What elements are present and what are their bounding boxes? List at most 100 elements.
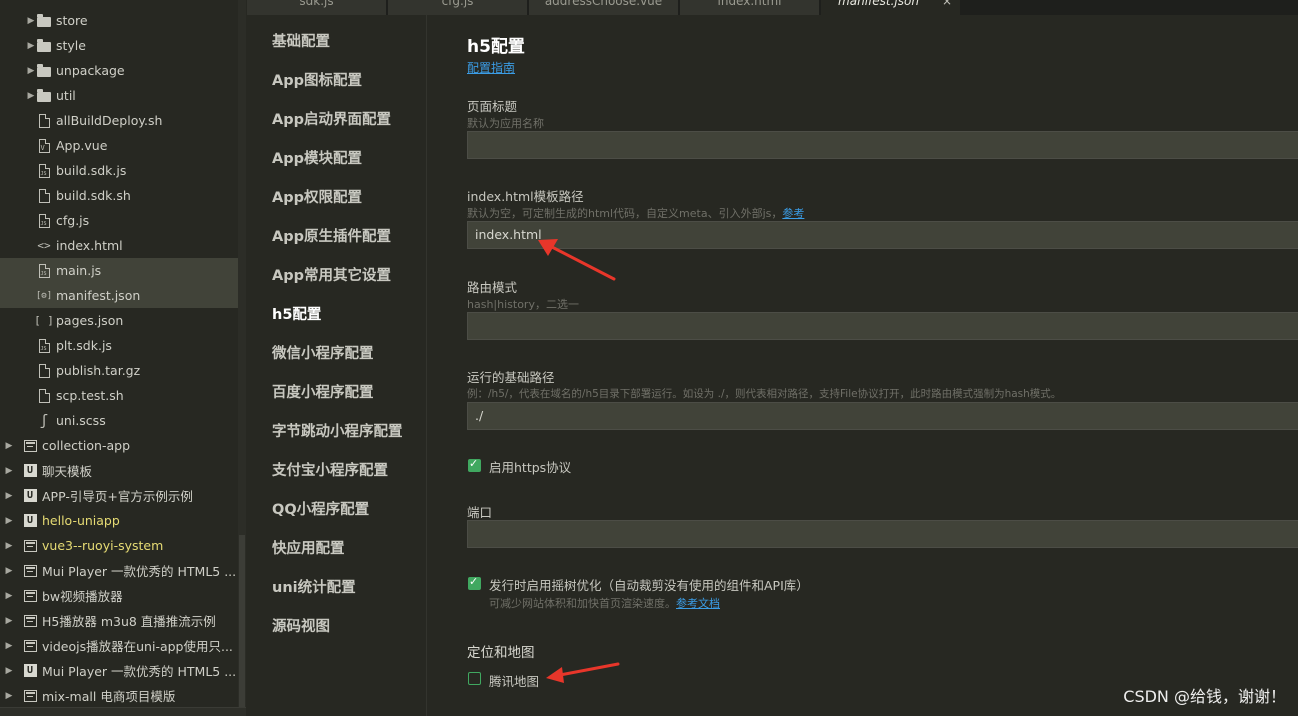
expand-arrow-icon[interactable]: ▶ bbox=[26, 91, 36, 101]
tree-item-label: plt.sdk.js bbox=[56, 338, 112, 353]
tree-item[interactable]: ▶ store bbox=[0, 8, 238, 33]
project-item[interactable]: ▶ U APP-引导页+官方示例示例 bbox=[0, 483, 238, 508]
tree-item[interactable]: publish.tar.gz bbox=[0, 358, 238, 383]
tree-item-label: index.html bbox=[56, 238, 123, 253]
folder-icon bbox=[36, 88, 52, 104]
expand-arrow-icon[interactable]: ▶ bbox=[4, 466, 14, 476]
tab-cfg-js[interactable]: cfg.js bbox=[388, 0, 528, 15]
scss-file-icon: ʃ bbox=[39, 412, 49, 429]
project-item[interactable]: ▶ U Mui Player 一款优秀的 HTML5 ... bbox=[0, 658, 238, 683]
router-mode-input[interactable] bbox=[467, 312, 1298, 340]
tab-sdk-js[interactable]: sdk.js bbox=[247, 0, 387, 15]
nav-item[interactable]: 字节跳动小程序配置 bbox=[272, 420, 403, 441]
manifest-file-icon: [⚙] bbox=[35, 290, 53, 301]
tree-item[interactable]: JS main.js bbox=[0, 258, 238, 283]
https-checkbox[interactable] bbox=[468, 457, 481, 472]
tree-item[interactable]: ʃ uni.scss bbox=[0, 408, 238, 433]
project-item[interactable]: ▶ bw视频播放器 bbox=[0, 583, 238, 608]
expand-arrow-icon[interactable]: ▶ bbox=[4, 516, 14, 526]
base-path-label: 运行的基础路径 bbox=[467, 370, 555, 385]
close-tab-icon[interactable]: × bbox=[942, 0, 952, 8]
expand-arrow-icon[interactable]: ▶ bbox=[26, 66, 36, 76]
nav-item[interactable]: App原生插件配置 bbox=[272, 225, 391, 246]
expand-arrow-icon[interactable]: ▶ bbox=[4, 616, 14, 626]
nav-item[interactable]: App图标配置 bbox=[272, 69, 362, 90]
config-guide-link[interactable]: 配置指南 bbox=[467, 59, 515, 76]
project-item-label: videojs播放器在uni-app使用只... bbox=[42, 639, 233, 654]
tree-item[interactable]: ▶ unpackage bbox=[0, 58, 238, 83]
expand-arrow-icon[interactable]: ▶ bbox=[4, 691, 14, 701]
project-folder-icon bbox=[22, 438, 38, 454]
nav-item[interactable]: App权限配置 bbox=[272, 186, 362, 207]
nav-item[interactable]: uni统计配置 bbox=[272, 576, 356, 597]
project-item[interactable]: ▶ Mui Player 一款优秀的 HTML5 ... bbox=[0, 558, 238, 583]
nav-item[interactable]: 百度小程序配置 bbox=[272, 381, 374, 402]
project-item[interactable]: ▶ collection-app bbox=[0, 433, 238, 458]
expand-arrow-icon[interactable]: ▶ bbox=[4, 491, 14, 501]
nav-item[interactable]: 支付宝小程序配置 bbox=[272, 459, 388, 480]
nav-item[interactable]: App启动界面配置 bbox=[272, 108, 391, 129]
expand-arrow-icon[interactable]: ▶ bbox=[4, 666, 14, 676]
page-title-label: 页面标题 bbox=[467, 99, 518, 114]
tree-item[interactable]: ▶ util bbox=[0, 83, 238, 108]
project-folder-icon bbox=[22, 563, 38, 579]
tree-item[interactable]: ▶ style bbox=[0, 33, 238, 58]
tab-index-html[interactable]: index.html bbox=[680, 0, 820, 15]
project-item[interactable]: ▶ vue3--ruoyi-system bbox=[0, 533, 238, 558]
tree-item[interactable]: JS cfg.js bbox=[0, 208, 238, 233]
file-icon bbox=[36, 188, 52, 204]
tencent-map-checkbox[interactable] bbox=[468, 672, 481, 685]
expand-arrow-icon[interactable]: ▶ bbox=[4, 541, 14, 551]
tree-item[interactable]: JS build.sdk.js bbox=[0, 158, 238, 183]
tree-shaking-reference-link[interactable]: 参考文档 bbox=[676, 597, 720, 610]
tree-item[interactable]: build.sdk.sh bbox=[0, 183, 238, 208]
base-path-hint: 例：/h5/，代表在域名的/h5目录下部署运行。如设为 ./，则代表相对路径，支… bbox=[467, 388, 1062, 400]
tree-shaking-hint: 可减少网站体积和加快首页渲染速度。参考文档 bbox=[489, 595, 720, 611]
project-item[interactable]: ▶ videojs播放器在uni-app使用只... bbox=[0, 633, 238, 658]
expand-arrow-icon[interactable]: ▶ bbox=[26, 41, 36, 51]
template-path-hint: 默认为空，可定制生成的html代码，自定义meta、引入外部js，参考 bbox=[467, 205, 804, 221]
nav-item[interactable]: 快应用配置 bbox=[272, 537, 345, 558]
project-item[interactable]: ▶ mix-mall 电商项目模版 bbox=[0, 683, 238, 708]
project-folder-icon bbox=[22, 688, 38, 704]
expand-arrow-icon[interactable]: ▶ bbox=[4, 566, 14, 576]
tab-address-choose-vue[interactable]: addressChoose.vue bbox=[529, 0, 679, 15]
explorer-scroll-thumb[interactable] bbox=[239, 535, 245, 707]
project-item-label: bw视频播放器 bbox=[42, 589, 123, 604]
tab-label: manifest.json bbox=[838, 0, 919, 8]
template-path-reference-link[interactable]: 参考 bbox=[782, 207, 804, 220]
tree-item[interactable]: V App.vue bbox=[0, 133, 238, 158]
tree-item[interactable]: allBuildDeploy.sh bbox=[0, 108, 238, 133]
project-item[interactable]: ▶ U 聊天模板 bbox=[0, 458, 238, 483]
tree-shaking-checkbox[interactable] bbox=[468, 575, 481, 590]
nav-item[interactable]: App模块配置 bbox=[272, 147, 362, 168]
project-folder-icon bbox=[22, 538, 38, 554]
nav-item[interactable]: App常用其它设置 bbox=[272, 264, 391, 285]
nav-item[interactable]: 基础配置 bbox=[272, 30, 330, 51]
expand-arrow-icon[interactable]: ▶ bbox=[4, 641, 14, 651]
nav-item[interactable]: 源码视图 bbox=[272, 615, 330, 636]
base-path-input[interactable]: ./ bbox=[467, 402, 1298, 430]
template-path-input[interactable]: index.html bbox=[467, 221, 1298, 249]
tree-item[interactable]: <> index.html bbox=[0, 233, 238, 258]
tree-item[interactable]: scp.test.sh bbox=[0, 383, 238, 408]
nav-item[interactable]: h5配置 bbox=[272, 303, 321, 324]
tab-label: addressChoose.vue bbox=[544, 0, 663, 8]
editor-tab-bar: sdk.js cfg.js addressChoose.vue index.ht… bbox=[247, 0, 1298, 15]
explorer-scrollbar[interactable] bbox=[238, 0, 246, 716]
tree-item[interactable]: [ ] pages.json bbox=[0, 308, 238, 333]
file-icon bbox=[36, 388, 52, 404]
expand-arrow-icon[interactable]: ▶ bbox=[26, 16, 36, 26]
tab-manifest-json[interactable]: manifest.json × bbox=[821, 0, 961, 15]
page-title-input[interactable] bbox=[467, 131, 1298, 159]
project-item[interactable]: ▶ Uhello-uniapp bbox=[0, 508, 238, 533]
nav-item[interactable]: 微信小程序配置 bbox=[272, 342, 374, 363]
port-input[interactable] bbox=[467, 520, 1298, 548]
project-item[interactable]: ▶ H5播放器 m3u8 直播推流示例 bbox=[0, 608, 238, 633]
tree-item[interactable]: JS plt.sdk.js bbox=[0, 333, 238, 358]
expand-arrow-icon[interactable]: ▶ bbox=[4, 591, 14, 601]
expand-arrow-icon[interactable]: ▶ bbox=[4, 441, 14, 451]
js-file-icon: JS bbox=[36, 213, 52, 229]
tree-item[interactable]: [⚙] manifest.json bbox=[0, 283, 238, 308]
nav-item[interactable]: QQ小程序配置 bbox=[272, 498, 369, 519]
